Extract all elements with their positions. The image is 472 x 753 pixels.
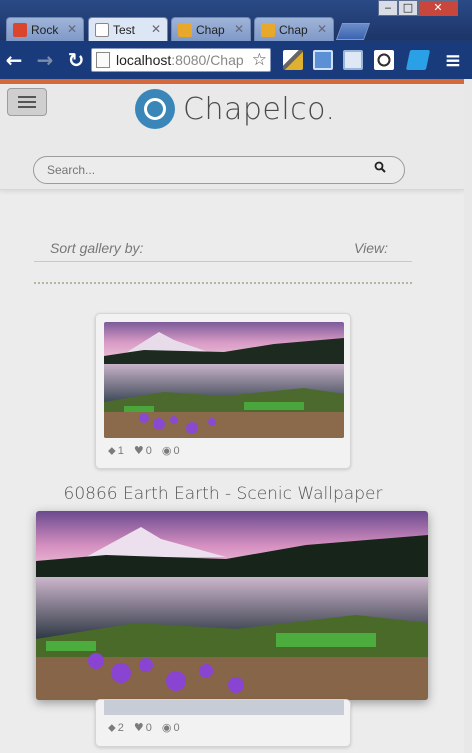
- view-count: ◉ 0: [161, 721, 180, 734]
- tab-label: Test: [113, 22, 136, 37]
- sort-gallery-label[interactable]: Sort gallery by:: [50, 240, 143, 256]
- search-icon[interactable]: [374, 161, 386, 176]
- tab-chapelco-2[interactable]: Chap ✕: [254, 17, 334, 41]
- like-count: ♥ 0: [133, 444, 152, 457]
- card-stats: ⬥ 2 ♥ 0 ◉ 0: [108, 721, 180, 735]
- gallery-card[interactable]: ⬥ 2 ♥ 0 ◉ 0: [95, 699, 351, 747]
- window-controls: ‒ □ ✕: [378, 0, 458, 16]
- window-titlebar: ‒ □ ✕ Rock ✕ Test ✕ Chap ✕ Chap ✕: [0, 0, 472, 41]
- tag-count: ⬥ 2: [108, 721, 124, 734]
- search-input[interactable]: [47, 163, 347, 177]
- heart-icon[interactable]: ♥: [134, 444, 144, 457]
- joomla-favicon-icon: [261, 22, 275, 37]
- view-label[interactable]: View:: [354, 240, 388, 256]
- gallery-card[interactable]: ⬥ 1 ♥ 0 ◉ 0: [95, 313, 351, 469]
- browser-toolbar: ← → ↻ localhost:8080/Chap ☆ ≡: [0, 41, 472, 79]
- site-name: Chapelco.: [183, 91, 336, 127]
- window-extension-icon[interactable]: [313, 50, 333, 70]
- like-count: ♥ 0: [133, 721, 152, 734]
- tab-label: Chap: [196, 22, 225, 37]
- view-count: ◉ 0: [161, 444, 180, 457]
- maximize-button[interactable]: □: [398, 0, 418, 16]
- search-box: [33, 156, 405, 184]
- tab-rock[interactable]: Rock ✕: [6, 17, 84, 41]
- tab-strip: Rock ✕ Test ✕ Chap ✕ Chap ✕: [0, 17, 472, 41]
- gallery-thumbnail[interactable]: [104, 700, 344, 715]
- blue-extension-icon[interactable]: [405, 50, 431, 70]
- sort-bar: Sort gallery by: View:: [34, 231, 412, 262]
- hamburger-menu-button[interactable]: [7, 88, 47, 116]
- address-bar[interactable]: localhost:8080/Chap ☆: [91, 48, 271, 72]
- site-header: Chapelco.: [0, 84, 464, 190]
- close-window-button[interactable]: ✕: [418, 0, 458, 16]
- address-url: localhost:8080/Chap: [116, 52, 244, 68]
- eye-icon: ◉: [161, 721, 172, 734]
- site-logo[interactable]: Chapelco.: [135, 89, 336, 129]
- tag-count: ⬥ 1: [108, 444, 124, 457]
- tab-chapelco-1[interactable]: Chap ✕: [171, 17, 251, 41]
- joomla-favicon-icon: [178, 22, 192, 37]
- new-tab-button[interactable]: [335, 23, 371, 40]
- tag-icon: ⬥: [108, 721, 116, 734]
- close-tab-icon[interactable]: ✕: [317, 22, 327, 36]
- gamepad-extension-icon[interactable]: [343, 50, 363, 70]
- page-icon: [96, 52, 110, 68]
- page-viewport: Chapelco. Sort gallery by: View:: [0, 79, 464, 753]
- minimize-button[interactable]: ‒: [378, 0, 398, 16]
- tag-icon: ⬥: [108, 444, 116, 457]
- close-tab-icon[interactable]: ✕: [67, 22, 77, 36]
- aperture-logo-icon: [135, 89, 175, 129]
- heart-icon[interactable]: ♥: [134, 721, 144, 734]
- spy-extension-icon[interactable]: [374, 50, 394, 70]
- menu-icon[interactable]: ≡: [440, 47, 466, 73]
- tab-test[interactable]: Test ✕: [88, 17, 168, 41]
- reload-icon[interactable]: ↻: [63, 47, 89, 73]
- eye-icon: ◉: [161, 444, 172, 457]
- vertical-scrollbar[interactable]: [464, 79, 472, 753]
- close-tab-icon[interactable]: ✕: [151, 22, 161, 36]
- close-tab-icon[interactable]: ✕: [234, 22, 244, 36]
- forward-arrow-icon[interactable]: →: [32, 47, 58, 73]
- tab-label: Chap: [279, 22, 308, 37]
- back-arrow-icon[interactable]: ←: [1, 47, 27, 73]
- page-favicon-icon: [95, 22, 109, 37]
- featured-title: 60866 Earth Earth - Scenic Wallpaper: [63, 484, 383, 504]
- featured-image[interactable]: [36, 511, 428, 700]
- dotted-divider: [34, 282, 412, 284]
- eyedropper-extension-icon[interactable]: [283, 50, 303, 70]
- tab-label: Rock: [31, 22, 59, 37]
- gallery-thumbnail[interactable]: [104, 322, 344, 438]
- rock-favicon-icon: [13, 22, 27, 37]
- bookmark-star-icon[interactable]: ☆: [252, 50, 267, 70]
- card-stats: ⬥ 1 ♥ 0 ◉ 0: [108, 444, 180, 458]
